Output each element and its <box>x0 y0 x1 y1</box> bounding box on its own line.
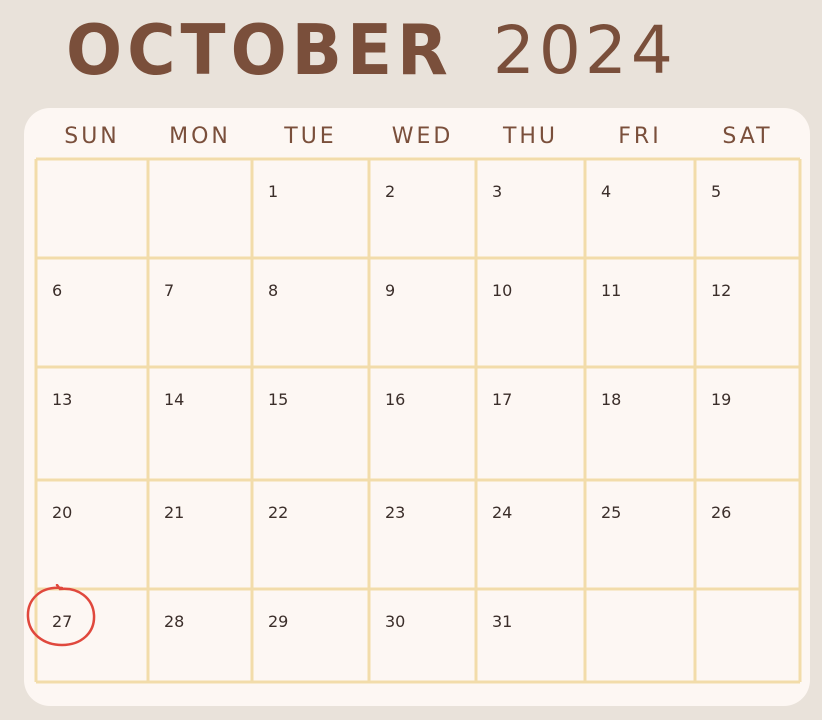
day-20[interactable]: 20 <box>52 504 72 522</box>
day-13[interactable]: 13 <box>52 391 72 409</box>
calendar-page: { "calendar": { "month": "OCTOBER", "yea… <box>0 0 822 720</box>
day-11[interactable]: 11 <box>601 282 621 300</box>
day-15[interactable]: 15 <box>268 391 288 409</box>
day-28[interactable]: 28 <box>164 613 184 631</box>
day-31[interactable]: 31 <box>492 613 512 631</box>
day-5[interactable]: 5 <box>711 183 721 201</box>
day-6[interactable]: 6 <box>52 282 62 300</box>
day-10[interactable]: 10 <box>492 282 512 300</box>
day-22[interactable]: 22 <box>268 504 288 522</box>
calendar-grid <box>34 157 802 684</box>
day-16[interactable]: 16 <box>385 391 405 409</box>
day-30[interactable]: 30 <box>385 613 405 631</box>
day-23[interactable]: 23 <box>385 504 405 522</box>
day-9[interactable]: 9 <box>385 282 395 300</box>
circled-day-marker <box>26 584 96 647</box>
day-8[interactable]: 8 <box>268 282 278 300</box>
day-2[interactable]: 2 <box>385 183 395 201</box>
day-12[interactable]: 12 <box>711 282 731 300</box>
day-24[interactable]: 24 <box>492 504 512 522</box>
day-14[interactable]: 14 <box>164 391 184 409</box>
day-25[interactable]: 25 <box>601 504 621 522</box>
day-19[interactable]: 19 <box>711 391 731 409</box>
day-4[interactable]: 4 <box>601 183 611 201</box>
day-21[interactable]: 21 <box>164 504 184 522</box>
day-18[interactable]: 18 <box>601 391 621 409</box>
day-1[interactable]: 1 <box>268 183 278 201</box>
day-29[interactable]: 29 <box>268 613 288 631</box>
day-7[interactable]: 7 <box>164 282 174 300</box>
day-17[interactable]: 17 <box>492 391 512 409</box>
day-26[interactable]: 26 <box>711 504 731 522</box>
day-3[interactable]: 3 <box>492 183 502 201</box>
